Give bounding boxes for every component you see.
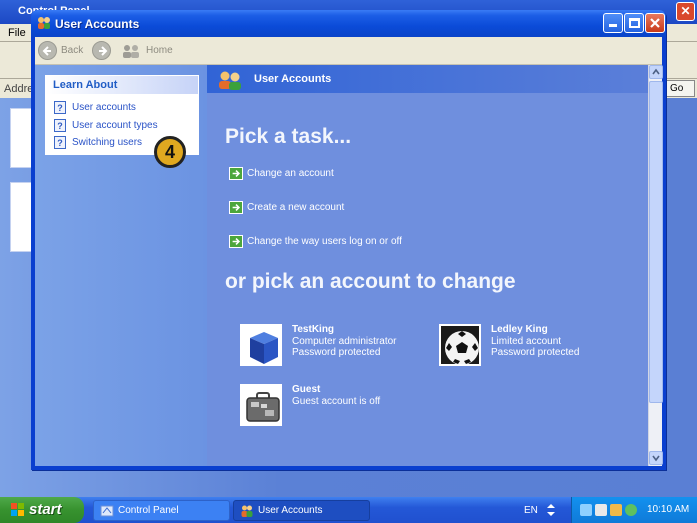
go-button[interactable]: Go [665, 80, 695, 97]
account-type: Computer administrator [292, 336, 397, 347]
back-button[interactable] [38, 41, 57, 60]
account-name: Ledley King [491, 324, 548, 335]
banner-title: User Accounts [254, 73, 332, 85]
minimize-button[interactable] [603, 13, 623, 33]
home-users-icon[interactable] [121, 43, 141, 59]
vertical-scrollbar[interactable] [648, 65, 663, 466]
account-picture[interactable] [240, 324, 282, 366]
account-name: TestKing [292, 324, 335, 335]
chevron-down-icon [652, 455, 660, 462]
main-pane: User Accounts Pick a task... Change an a… [207, 65, 648, 466]
scroll-thumb[interactable] [649, 81, 663, 403]
green-arrow-icon [229, 201, 243, 214]
suitcase-icon [242, 386, 280, 424]
close-button[interactable] [645, 13, 665, 33]
help-icon: ? [54, 101, 66, 114]
learn-item-user-account-types[interactable]: ? User account types [54, 118, 199, 134]
left-task-pane: Learn About ? User accounts ? User accou… [35, 65, 207, 466]
start-button[interactable]: start [0, 497, 84, 523]
taskbar-button-label[interactable]: Control Panel [118, 505, 179, 516]
update-icon[interactable] [625, 504, 637, 516]
taskbar-button-control-panel[interactable]: Control Panel [93, 500, 230, 521]
scroll-up-button[interactable] [649, 65, 663, 79]
menu-file[interactable]: File [8, 27, 26, 39]
language-indicator[interactable]: EN [524, 505, 538, 516]
window-title: User Accounts [55, 17, 140, 31]
windows-logo-icon [11, 503, 24, 516]
section-banner: User Accounts [207, 65, 648, 93]
account-guest[interactable]: Guest Guest account is off [240, 384, 425, 430]
learn-item-label[interactable]: Switching users [72, 137, 142, 148]
account-name: Guest [292, 384, 321, 395]
help-icon: ? [54, 119, 66, 132]
account-password-status: Password protected [491, 347, 580, 358]
background-close-button[interactable]: ✕ [676, 2, 695, 21]
task-label[interactable]: Change an account [247, 168, 334, 179]
user-accounts-icon [38, 17, 50, 29]
address-label: Addre [4, 83, 34, 95]
taskbar-button-label[interactable]: User Accounts [258, 505, 322, 516]
account-password-status: Password protected [292, 347, 381, 358]
learn-item-user-accounts[interactable]: ? User accounts [54, 100, 199, 116]
home-label[interactable]: Home [146, 45, 173, 56]
blue-cube-icon [242, 326, 280, 364]
account-picture[interactable] [240, 384, 282, 426]
account-status: Guest account is off [292, 396, 381, 407]
account-picture[interactable] [439, 324, 481, 366]
maximize-button[interactable] [624, 13, 644, 33]
account-ledley-king[interactable]: Ledley King Limited account Password pro… [439, 324, 624, 370]
control-panel-icon [100, 505, 114, 517]
system-tray: 10:10 AM [571, 497, 697, 523]
step-number-badge: 4 [154, 136, 186, 168]
client-area: Learn About ? User accounts ? User accou… [35, 65, 663, 466]
pick-account-heading: or pick an account to change [225, 270, 516, 293]
user-accounts-window: User Accounts Back Home Learn About ? Us… [31, 10, 666, 470]
user-accounts-icon [241, 505, 253, 517]
network-icon[interactable] [580, 504, 592, 516]
chevron-up-icon [652, 68, 660, 75]
back-label[interactable]: Back [61, 45, 83, 56]
task-label[interactable]: Create a new account [247, 202, 344, 213]
clock[interactable]: 10:10 AM [647, 504, 689, 515]
account-testking[interactable]: TestKing Computer administrator Password… [240, 324, 425, 370]
pick-task-heading: Pick a task... [225, 125, 352, 148]
help-icon: ? [54, 136, 66, 149]
forward-arrow-icon [99, 46, 108, 56]
close-icon [650, 18, 660, 28]
taskbar-button-user-accounts[interactable]: User Accounts [233, 500, 370, 521]
forward-button[interactable] [92, 41, 111, 60]
volume-icon[interactable] [595, 504, 607, 516]
title-bar[interactable]: User Accounts [31, 10, 666, 37]
scroll-down-button[interactable] [649, 451, 663, 465]
task-label[interactable]: Change the way users log on or off [247, 236, 402, 247]
learn-item-label[interactable]: User accounts [72, 102, 136, 113]
soccer-ball-icon [441, 326, 479, 364]
security-icon[interactable] [610, 504, 622, 516]
account-type: Limited account [491, 336, 562, 347]
navigation-bar: Back Home [35, 37, 662, 65]
user-accounts-icon [219, 71, 241, 90]
start-label[interactable]: start [29, 501, 62, 518]
back-arrow-icon [42, 46, 51, 56]
language-bar-icon[interactable] [545, 503, 557, 517]
green-arrow-icon [229, 235, 243, 248]
learn-item-label[interactable]: User account types [72, 120, 158, 131]
green-arrow-icon [229, 167, 243, 180]
taskbar: start Control Panel User Accounts EN 10:… [0, 497, 697, 523]
learn-about-heading: Learn About [46, 76, 198, 94]
